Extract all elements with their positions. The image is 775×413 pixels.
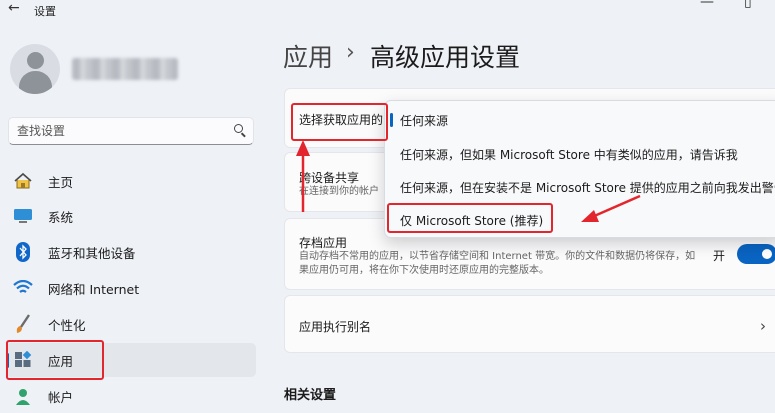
annotation-arrow-up — [296, 140, 310, 212]
annotation-arrow-left — [581, 194, 641, 222]
annotation-arrows — [296, 140, 641, 222]
